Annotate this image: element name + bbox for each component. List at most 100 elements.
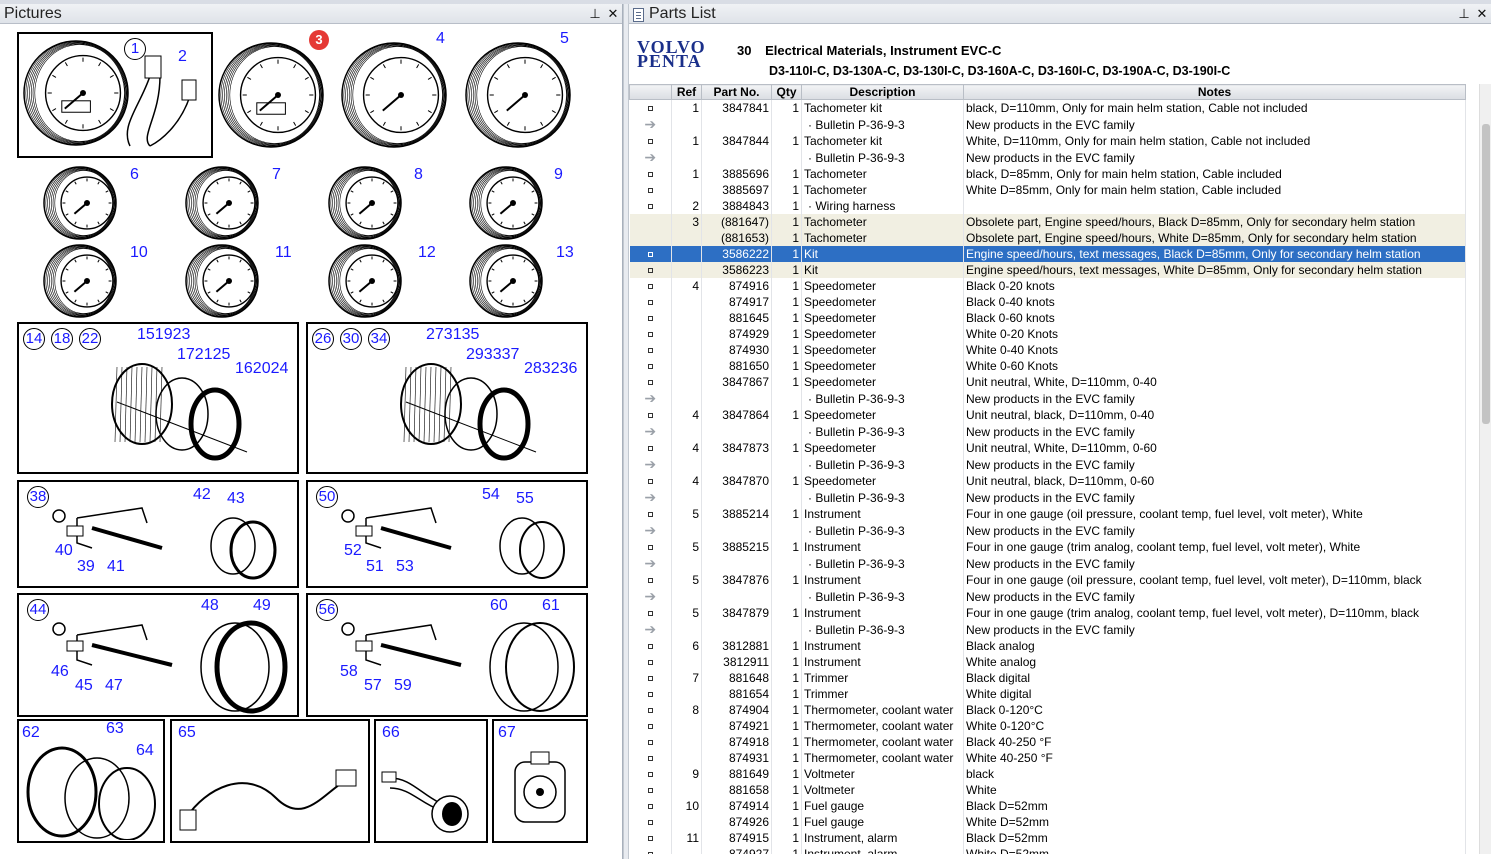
checkbox-icon[interactable] bbox=[647, 804, 653, 810]
bracket-box-50-rings[interactable] bbox=[492, 510, 582, 585]
checkbox-icon[interactable] bbox=[647, 692, 653, 698]
bulletin-arrow[interactable]: ➔ bbox=[629, 456, 672, 473]
row-checkbox[interactable] bbox=[629, 166, 672, 182]
arrow-right-icon[interactable]: ➔ bbox=[644, 390, 656, 406]
pin-icon[interactable]: ⊥ bbox=[1455, 6, 1473, 22]
checkbox-icon[interactable] bbox=[647, 380, 653, 386]
table-row[interactable]: 8 874904 1 Thermometer, coolant water Black … bbox=[629, 702, 1466, 718]
table-row[interactable]: 2 3884843 1 · Wiring harness bbox=[629, 198, 1466, 214]
table-row[interactable]: 881650 1 Speedometer White 0-60 Knots bbox=[629, 358, 1466, 374]
row-checkbox[interactable] bbox=[629, 182, 672, 198]
row-checkbox[interactable] bbox=[629, 686, 672, 702]
wiring-harness[interactable] bbox=[120, 46, 210, 156]
table-row[interactable]: ➔ · Bulletin P-36-9-3 New products in the … bbox=[629, 116, 1466, 133]
small-gauge-6[interactable] bbox=[40, 162, 138, 244]
arrow-right-icon[interactable]: ➔ bbox=[644, 621, 656, 637]
row-checkbox[interactable] bbox=[629, 654, 672, 670]
checkbox-icon[interactable] bbox=[647, 708, 653, 714]
checkbox-icon[interactable] bbox=[647, 545, 653, 551]
table-row[interactable]: 874929 1 Speedometer White 0-20 Knots bbox=[629, 326, 1466, 342]
table-row[interactable]: ➔ · Bulletin P-36-9-3 New products in the … bbox=[629, 588, 1466, 605]
table-row[interactable]: 4 3847870 1 Speedometer Unit neutral, black,… bbox=[629, 473, 1466, 489]
checkbox-icon[interactable] bbox=[647, 446, 653, 452]
checkbox-icon[interactable] bbox=[647, 252, 653, 258]
row-checkbox[interactable] bbox=[629, 99, 672, 116]
bracket-box-38-rings[interactable] bbox=[203, 510, 293, 585]
table-row[interactable]: 6 3812881 1 Instrument Black analog bbox=[629, 638, 1466, 654]
row-checkbox[interactable] bbox=[629, 718, 672, 734]
checkbox-icon[interactable] bbox=[647, 852, 653, 854]
row-marker[interactable] bbox=[629, 230, 672, 246]
row-checkbox[interactable] bbox=[629, 846, 672, 854]
table-row[interactable]: 881654 1 Trimmer White digital bbox=[629, 686, 1466, 702]
table-row[interactable]: 3 (881647) 1 Tachometer Obsolete part, Engin… bbox=[629, 214, 1466, 230]
row-checkbox[interactable] bbox=[629, 262, 672, 278]
table-row[interactable]: ➔ · Bulletin P-36-9-3 New products in the … bbox=[629, 555, 1466, 572]
row-marker[interactable] bbox=[629, 214, 672, 230]
scrollbar-thumb[interactable] bbox=[1482, 124, 1490, 424]
small-gauge-12[interactable] bbox=[325, 240, 423, 322]
checkbox-icon[interactable] bbox=[647, 772, 653, 778]
col-ref[interactable]: Ref bbox=[671, 84, 702, 100]
table-row[interactable]: 874918 1 Thermometer, coolant water Black 4… bbox=[629, 734, 1466, 750]
checkbox-icon[interactable] bbox=[647, 332, 653, 338]
arrow-right-icon[interactable]: ➔ bbox=[644, 588, 656, 604]
row-checkbox[interactable] bbox=[629, 440, 672, 456]
bracket-box-56-rings[interactable] bbox=[482, 617, 586, 715]
col-qty[interactable]: Qty bbox=[771, 84, 802, 100]
checkbox-icon[interactable] bbox=[647, 204, 653, 210]
bulletin-arrow[interactable]: ➔ bbox=[629, 423, 672, 440]
tachometer-gauge[interactable] bbox=[215, 38, 345, 152]
checkbox-icon[interactable] bbox=[647, 644, 653, 650]
table-row[interactable]: 874926 1 Fuel gauge White D=52mm bbox=[629, 814, 1466, 830]
bulletin-arrow[interactable]: ➔ bbox=[629, 390, 672, 407]
checkbox-icon[interactable] bbox=[647, 512, 653, 518]
small-gauge-9[interactable] bbox=[466, 162, 564, 244]
checkbox-icon[interactable] bbox=[647, 348, 653, 354]
table-row[interactable]: 1 3847841 1 Tachometer kit black, D=110mm, O… bbox=[629, 99, 1466, 116]
col-notes[interactable]: Notes bbox=[963, 84, 1466, 100]
table-row[interactable]: ➔ · Bulletin P-36-9-3 New products in the … bbox=[629, 489, 1466, 506]
row-checkbox[interactable] bbox=[629, 734, 672, 750]
table-row[interactable]: 3847867 1 Speedometer Unit neutral, White, … bbox=[629, 374, 1466, 390]
row-checkbox[interactable] bbox=[629, 407, 672, 423]
table-row[interactable]: 4 874916 1 Speedometer Black 0-20 knots bbox=[629, 278, 1466, 294]
table-row[interactable]: 5 3847876 1 Instrument Four in one gauge (oi… bbox=[629, 572, 1466, 588]
table-row[interactable]: 874930 1 Speedometer White 0-40 Knots bbox=[629, 342, 1466, 358]
row-checkbox[interactable] bbox=[629, 198, 672, 214]
row-checkbox[interactable] bbox=[629, 473, 672, 489]
arrow-right-icon[interactable]: ➔ bbox=[644, 456, 656, 472]
row-checkbox[interactable] bbox=[629, 605, 672, 621]
row-checkbox[interactable] bbox=[629, 294, 672, 310]
arrow-right-icon[interactable]: ➔ bbox=[644, 423, 656, 439]
checkbox-icon[interactable] bbox=[647, 268, 653, 274]
row-checkbox[interactable] bbox=[629, 506, 672, 522]
table-row[interactable]: 5 3885214 1 Instrument Four in one gauge (oi… bbox=[629, 506, 1466, 522]
checkbox-icon[interactable] bbox=[647, 172, 653, 178]
checkbox-icon[interactable] bbox=[647, 740, 653, 746]
close-icon[interactable]: ✕ bbox=[604, 6, 622, 22]
table-row[interactable]: 874931 1 Thermometer, coolant water White 4… bbox=[629, 750, 1466, 766]
four-in-one-gauge[interactable] bbox=[462, 38, 592, 152]
bulletin-arrow[interactable]: ➔ bbox=[629, 555, 672, 572]
row-checkbox[interactable] bbox=[629, 374, 672, 390]
checkbox-icon[interactable] bbox=[647, 788, 653, 794]
table-row[interactable]: ➔ · Bulletin P-36-9-3 New products in the … bbox=[629, 522, 1466, 539]
bezel-kit-frame-left-drawing[interactable] bbox=[97, 352, 257, 462]
table-row[interactable]: 11 874915 1 Instrument, alarm Black D=52mm bbox=[629, 830, 1466, 846]
exploded-view-illustration[interactable]: 1 2 3 4 5 6 7 8 9 10 11 12 13 14 18 22 151923 172125 16202… bbox=[0, 28, 622, 859]
table-row[interactable]: 4 3847873 1 Speedometer Unit neutral, White,… bbox=[629, 440, 1466, 456]
row-checkbox[interactable] bbox=[629, 798, 672, 814]
row-checkbox[interactable] bbox=[629, 750, 672, 766]
table-row[interactable]: 5 3885215 1 Instrument Four in one gauge (tr… bbox=[629, 539, 1466, 555]
table-row[interactable]: (881653) 1 Tachometer Obsolete part, Engine… bbox=[629, 230, 1466, 246]
row-checkbox[interactable] bbox=[629, 326, 672, 342]
checkbox-icon[interactable] bbox=[647, 479, 653, 485]
table-row[interactable]: 3586223 1 Kit Engine speed/hours, text mess… bbox=[629, 262, 1466, 278]
table-row[interactable]: 1 3885696 1 Tachometer black, D=85mm, Only f… bbox=[629, 166, 1466, 182]
extension-cable[interactable] bbox=[176, 748, 366, 838]
checkbox-icon[interactable] bbox=[647, 300, 653, 306]
bulletin-arrow[interactable]: ➔ bbox=[629, 522, 672, 539]
checkbox-icon[interactable] bbox=[647, 364, 653, 370]
table-row[interactable]: 874917 1 Speedometer Black 0-40 knots bbox=[629, 294, 1466, 310]
